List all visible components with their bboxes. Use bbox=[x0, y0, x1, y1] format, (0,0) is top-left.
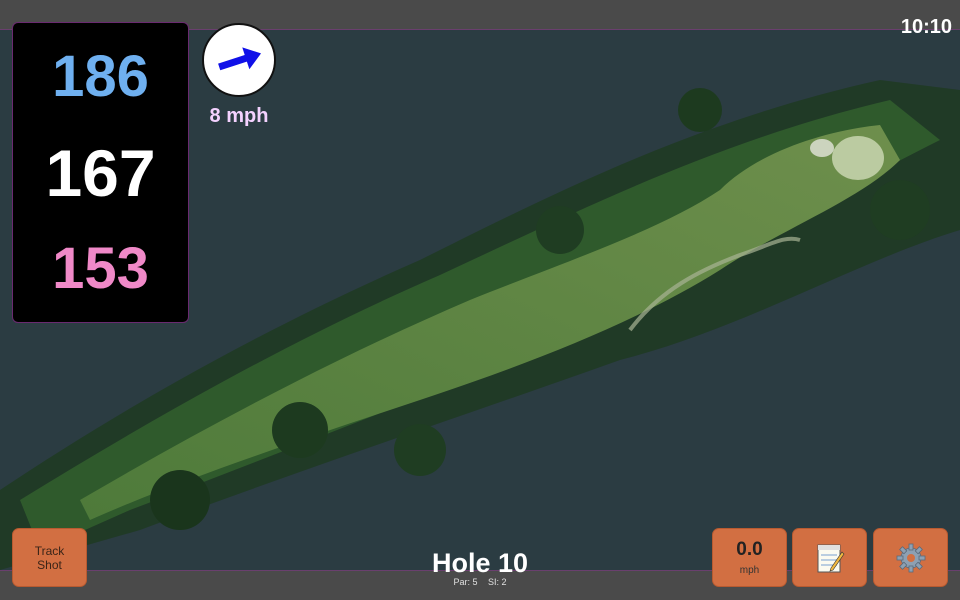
wind-direction-arrow-icon bbox=[218, 47, 262, 71]
notepad-icon bbox=[817, 544, 844, 572]
hole-title: Hole 10 bbox=[431, 548, 529, 578]
speed-unit: mph bbox=[739, 565, 760, 576]
hole-stroke-index: SI: 2 bbox=[488, 577, 507, 587]
track-shot-label-line1: Track bbox=[34, 543, 65, 558]
front-distance: 153 bbox=[52, 236, 149, 301]
notes-button[interactable] bbox=[792, 528, 867, 587]
track-shot-label-line2: Shot bbox=[37, 557, 62, 572]
hole-par: Par: 5 bbox=[453, 577, 478, 587]
back-distance: 186 bbox=[52, 44, 149, 109]
wind-speed: 8 mph bbox=[209, 105, 269, 127]
gear-icon bbox=[896, 543, 925, 572]
wind-direction-dial bbox=[202, 23, 276, 97]
clock: 10:10 bbox=[900, 16, 952, 38]
center-distance: 167 bbox=[45, 136, 156, 210]
track-shot-button[interactable]: Track Shot bbox=[12, 528, 87, 587]
settings-button[interactable] bbox=[873, 528, 948, 587]
speed-button[interactable]: 0.0 mph bbox=[712, 528, 787, 587]
speed-value: 0.0 bbox=[736, 539, 763, 560]
hole-meta: Par: 5 SI: 2 bbox=[400, 577, 560, 587]
distance-panel: 186 167 153 bbox=[12, 22, 189, 323]
